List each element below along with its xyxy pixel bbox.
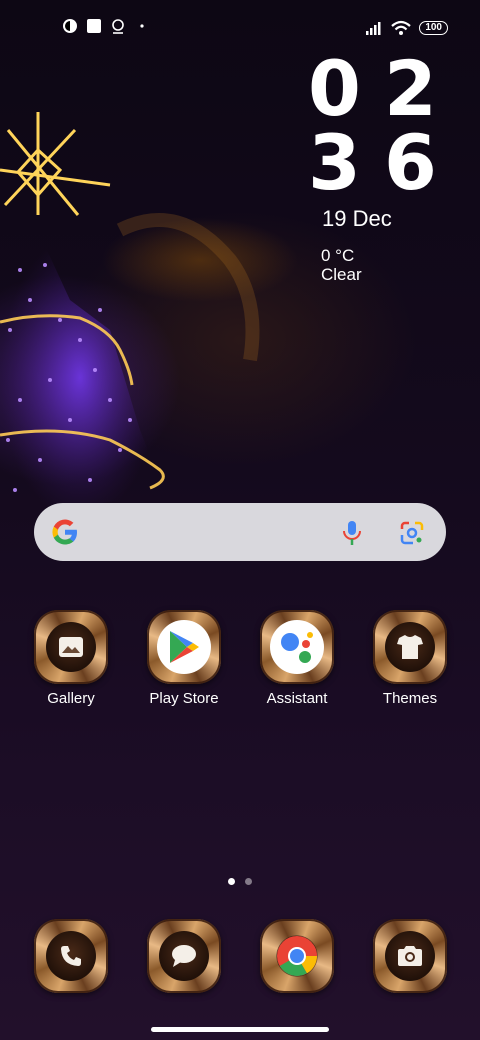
camera-icon (398, 946, 422, 966)
weather-condition-text: Clear (321, 265, 362, 284)
square-icon (87, 19, 101, 33)
google-g-icon (52, 519, 77, 545)
status-left (62, 18, 150, 34)
home-gesture-bar[interactable] (151, 1027, 329, 1032)
microphone-icon[interactable] (340, 520, 364, 546)
clock-min-ones: 6 (384, 118, 437, 207)
clock-widget[interactable]: 0 2 3 6 19 Dec 0 °C Clear (308, 44, 458, 285)
location-icon (112, 19, 124, 34)
play-store-app[interactable] (147, 610, 221, 684)
phone-app[interactable] (34, 919, 108, 993)
clock-min-tens: 3 (308, 118, 361, 207)
gallery-icon (59, 637, 83, 657)
battery-icon: 100 (419, 21, 448, 35)
phone-icon (61, 946, 81, 966)
clock-minutes: 3 6 (308, 118, 458, 207)
clock-hours: 0 2 (308, 44, 458, 133)
page-dot-2[interactable] (245, 878, 252, 885)
weather-info[interactable]: 0 °C Clear (321, 246, 458, 284)
google-search-bar[interactable] (34, 503, 446, 561)
google-lens-icon[interactable] (399, 520, 425, 546)
page-indicator (228, 878, 252, 885)
dot-icon (140, 24, 144, 28)
chrome-icon (277, 936, 317, 976)
clock-hour-ones: 2 (384, 44, 437, 133)
signal-icon (366, 22, 381, 35)
assistant-app[interactable] (260, 610, 334, 684)
themes-label: Themes (382, 690, 438, 707)
gallery-app[interactable] (34, 610, 108, 684)
camera-app[interactable] (373, 919, 447, 993)
date-text: 19 Dec (322, 206, 392, 231)
assistant-label: Assistant (266, 690, 328, 707)
chrome-app[interactable] (260, 919, 334, 993)
themes-icon (397, 635, 423, 659)
wifi-icon (391, 20, 412, 35)
clock-hour-tens: 0 (308, 44, 361, 133)
page-dot-1[interactable] (228, 878, 235, 885)
play-store-label: Play Store (149, 690, 219, 707)
temperature-text: 0 °C (321, 246, 355, 265)
assistant-icon (281, 632, 313, 663)
status-right: 100 (365, 20, 448, 36)
gallery-label: Gallery (47, 690, 95, 707)
play-store-icon (170, 631, 199, 663)
messages-icon (172, 945, 196, 967)
messages-app[interactable] (147, 919, 221, 993)
themes-app[interactable] (373, 610, 447, 684)
notification-icon (63, 19, 77, 33)
